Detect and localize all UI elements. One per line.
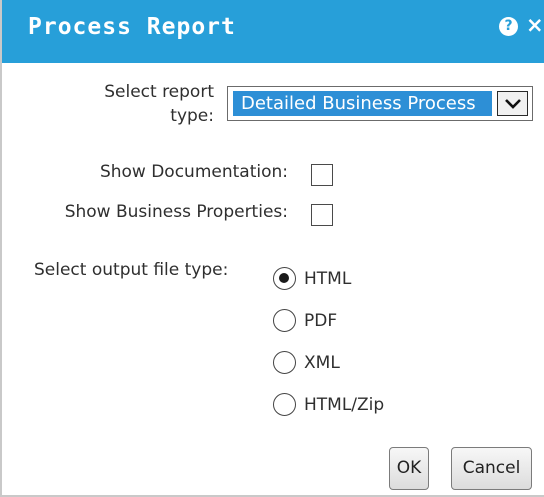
show-business-properties-label: Show Business Properties: xyxy=(64,202,288,222)
show-documentation-label: Show Documentation: xyxy=(99,162,288,182)
radio-label: HTML/Zip xyxy=(304,395,385,415)
dialog-title: Process Report xyxy=(28,14,236,40)
show-business-properties-checkbox[interactable] xyxy=(311,204,333,226)
cancel-button[interactable]: Cancel xyxy=(451,447,532,490)
radio-button[interactable] xyxy=(273,351,296,374)
output-file-type-label: Select output file type: xyxy=(34,260,229,280)
show-documentation-checkbox[interactable] xyxy=(311,164,333,186)
radio-label: XML xyxy=(304,353,340,373)
process-report-dialog: Process Report ? × Select report type: D… xyxy=(0,0,544,497)
report-type-select[interactable]: Detailed Business Process xyxy=(227,86,533,121)
radio-button[interactable] xyxy=(273,267,296,290)
close-icon[interactable]: × xyxy=(526,13,544,37)
ok-button[interactable]: OK xyxy=(389,447,429,490)
radio-label: PDF xyxy=(304,311,338,331)
radio-selected-dot xyxy=(279,273,289,283)
report-type-label: Select report type: xyxy=(104,82,214,126)
radio-button[interactable] xyxy=(273,309,296,332)
report-type-selected-value: Detailed Business Process xyxy=(233,91,492,116)
radio-button[interactable] xyxy=(273,393,296,416)
radio-label: HTML xyxy=(304,269,352,289)
chevron-down-icon[interactable] xyxy=(497,91,528,116)
help-icon[interactable]: ? xyxy=(499,17,518,36)
dialog-titlebar[interactable]: Process Report ? × xyxy=(2,0,544,63)
